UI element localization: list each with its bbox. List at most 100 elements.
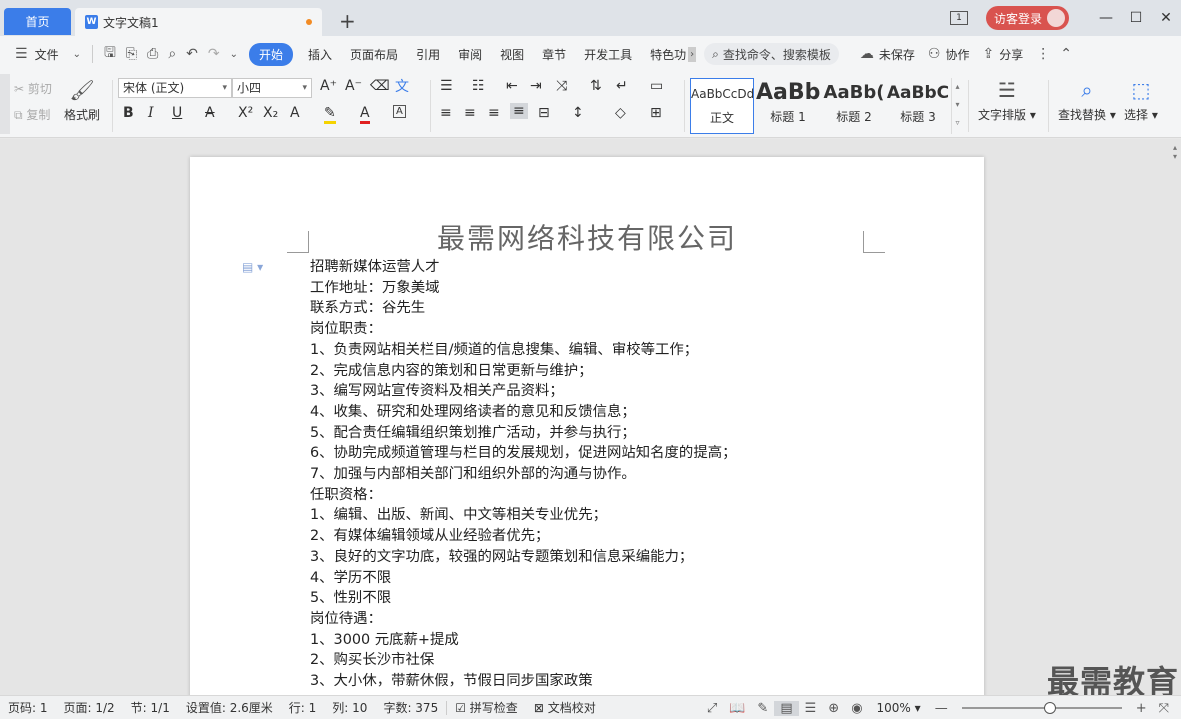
- zoom-out-icon[interactable]: —: [929, 701, 954, 716]
- tab-features[interactable]: 特色功: [641, 46, 688, 63]
- style-heading-1[interactable]: AaBb 标题 1: [756, 78, 820, 134]
- select-button[interactable]: ⬚ 选择 ▾: [1124, 78, 1158, 123]
- tab-developer[interactable]: 开发工具: [575, 46, 641, 63]
- zoom-in-icon[interactable]: +: [1130, 701, 1153, 716]
- zoom-slider[interactable]: [961, 702, 1122, 714]
- tab-scroll-right-icon[interactable]: ›: [688, 46, 697, 62]
- collapse-ribbon-icon[interactable]: ⌃: [1055, 46, 1077, 62]
- font-name-select[interactable]: 宋体 (正文) ▾: [118, 78, 232, 98]
- hamburger-icon[interactable]: ☰: [10, 46, 33, 62]
- minimize-button[interactable]: —: [1091, 10, 1121, 26]
- numbered-list-icon[interactable]: ☷: [472, 78, 485, 94]
- cut-button[interactable]: ✂ 剪切: [14, 80, 52, 97]
- export-icon[interactable]: ⎘: [121, 46, 142, 62]
- borders-icon[interactable]: ⊞: [650, 105, 662, 121]
- unsaved-button[interactable]: 未保存: [879, 46, 923, 63]
- status-section[interactable]: 节: 1/1: [123, 699, 178, 716]
- paragraph-handle-icon[interactable]: ▤ ▾: [242, 260, 263, 274]
- decrease-indent-icon[interactable]: ⇤: [506, 78, 518, 94]
- style-heading-3[interactable]: AaBbC 标题 3: [886, 78, 950, 134]
- line-spacing-icon[interactable]: ↕: [572, 105, 584, 121]
- superscript-icon[interactable]: X²: [238, 105, 253, 121]
- italic-icon[interactable]: I: [148, 105, 154, 121]
- collab-button[interactable]: 协作: [945, 46, 977, 63]
- tab-start[interactable]: 开始: [249, 42, 294, 66]
- document-body[interactable]: 招聘新媒体运营人才 工作地址：万象美域 联系方式：谷先生 岗位职责： 1、负责网站相关栏…: [310, 257, 737, 692]
- text-layout-button[interactable]: ☱ 文字排版 ▾: [978, 78, 1036, 123]
- show-marks-icon[interactable]: ↵: [616, 78, 628, 94]
- more-icon[interactable]: ⋮: [1031, 46, 1055, 62]
- align-right-icon[interactable]: ≡: [488, 105, 500, 121]
- visitor-login-button[interactable]: 访客登录: [985, 6, 1069, 30]
- file-menu[interactable]: 文件: [33, 46, 68, 63]
- save-icon[interactable]: 🖫: [99, 42, 121, 66]
- tab-document[interactable]: W 文字文稿1: [75, 8, 322, 36]
- tab-review[interactable]: 审阅: [449, 46, 491, 63]
- vertical-scrollbar[interactable]: ▴ ▾: [1169, 139, 1181, 695]
- distributed-icon[interactable]: ⊟: [538, 105, 550, 121]
- find-replace-button[interactable]: ⌕ 查找替换 ▾: [1058, 78, 1116, 123]
- shrink-font-icon[interactable]: A⁻: [345, 78, 362, 94]
- proofread-button[interactable]: ⊠ 文档校对: [526, 699, 604, 716]
- status-setting[interactable]: 设置值: 2.6厘米: [178, 699, 281, 716]
- copy-button[interactable]: ⧉ 复制: [14, 106, 50, 123]
- text-effect-icon[interactable]: A: [290, 105, 300, 121]
- print-preview-icon[interactable]: ⌕: [163, 46, 181, 62]
- layout-switch-icon[interactable]: 1: [949, 11, 968, 25]
- quick-access-dropdown-icon[interactable]: ⌄: [225, 49, 243, 60]
- read-mode-icon[interactable]: 📖: [723, 701, 751, 716]
- close-button[interactable]: ✕: [1151, 10, 1181, 26]
- style-normal[interactable]: AaBbCcDd 正文: [690, 78, 754, 134]
- bullet-list-icon[interactable]: ☰: [440, 78, 453, 94]
- font-size-select[interactable]: 小四 ▾: [232, 78, 312, 98]
- status-col[interactable]: 列: 10: [324, 699, 375, 716]
- tab-insert[interactable]: 插入: [299, 46, 341, 63]
- document-page[interactable]: 最需网络科技有限公司 ▤ ▾ 招聘新媒体运营人才 工作地址：万象美域 联系方式：谷先…: [190, 157, 984, 695]
- tab-home[interactable]: 首页: [4, 8, 71, 35]
- increase-indent-icon[interactable]: ⇥: [530, 78, 542, 94]
- sort-icon[interactable]: ⇅: [590, 78, 602, 94]
- tab-references[interactable]: 引用: [407, 46, 449, 63]
- new-tab-button[interactable]: +: [339, 9, 356, 33]
- highlight-icon[interactable]: ✎: [324, 105, 336, 124]
- chinese-layout-icon[interactable]: ⤨: [556, 78, 567, 94]
- justify-icon[interactable]: ≡: [510, 103, 528, 119]
- share-button[interactable]: 分享: [999, 46, 1031, 63]
- status-page-number[interactable]: 页码: 1: [0, 699, 56, 716]
- maximize-button[interactable]: ☐: [1121, 10, 1151, 26]
- ribbon-scroll-left[interactable]: [0, 74, 10, 134]
- strikethrough-icon[interactable]: A: [205, 105, 215, 121]
- char-border-icon[interactable]: A: [393, 105, 406, 118]
- tab-page-layout[interactable]: 页面布局: [341, 46, 407, 63]
- bold-icon[interactable]: B: [123, 105, 134, 121]
- web-view-icon[interactable]: ⊕: [822, 701, 845, 716]
- underline-icon[interactable]: U: [172, 105, 182, 121]
- redo-icon[interactable]: ↷: [203, 46, 225, 62]
- shading-icon[interactable]: ◇: [615, 105, 626, 121]
- format-painter-button[interactable]: 🖌 格式刷: [64, 78, 100, 123]
- page-view-icon[interactable]: ▤: [774, 700, 799, 716]
- undo-icon[interactable]: ↶: [181, 46, 203, 62]
- chevron-down-icon[interactable]: ⌄: [68, 49, 86, 60]
- tab-chapter[interactable]: 章节: [533, 46, 575, 63]
- write-mode-icon[interactable]: ✎: [751, 701, 774, 716]
- fullscreen-icon[interactable]: ⤢: [701, 701, 723, 716]
- style-gallery-scroll[interactable]: ▴ ▾ ▿: [951, 78, 963, 134]
- scroll-up-icon[interactable]: ▴: [1169, 143, 1181, 152]
- status-pages[interactable]: 页面: 1/2: [56, 699, 123, 716]
- zoom-slider-thumb[interactable]: [1043, 702, 1056, 714]
- style-heading-2[interactable]: AaBb( 标题 2: [822, 78, 886, 134]
- subscript-icon[interactable]: X₂: [263, 105, 278, 121]
- status-words[interactable]: 字数: 375: [375, 699, 446, 716]
- align-left-icon[interactable]: ≡: [440, 105, 452, 121]
- zoom-level[interactable]: 100% ▾: [869, 701, 929, 715]
- spell-check-button[interactable]: ☑ 拼写检查: [447, 699, 526, 716]
- font-color-icon[interactable]: A: [360, 105, 370, 124]
- grow-font-icon[interactable]: A⁺: [320, 78, 337, 94]
- eye-protection-icon[interactable]: ◉: [845, 701, 868, 716]
- status-row[interactable]: 行: 1: [281, 699, 325, 716]
- zoom-fit-icon[interactable]: ⤧: [1153, 701, 1175, 716]
- tab-view[interactable]: 视图: [491, 46, 533, 63]
- align-center-icon[interactable]: ≡: [464, 105, 476, 121]
- table-tools-icon[interactable]: ▭: [650, 78, 663, 94]
